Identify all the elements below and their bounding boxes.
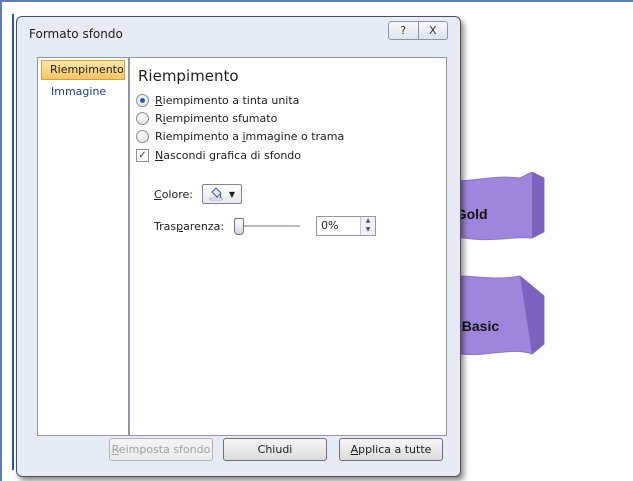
transparency-value[interactable]: 0% (317, 217, 360, 235)
option-gradient-fill-label: Riempimento sfumato (155, 112, 278, 125)
option-hide-graphics[interactable]: ✓ Nascondi grafica di sfondo (136, 149, 301, 162)
close-button[interactable]: X (417, 22, 448, 39)
window-left-edge (0, 0, 2, 481)
color-picker-button[interactable]: ▼ (202, 184, 242, 204)
apply-to-all-button[interactable]: Applica a tutte (339, 438, 443, 461)
checkbox-hide-graphics[interactable]: ✓ (136, 149, 149, 162)
close-dialog-button[interactable]: Chiudi (223, 438, 327, 461)
option-solid-fill[interactable]: Riempimento a tinta unita (136, 94, 299, 107)
nav-item-immagine[interactable]: Immagine (41, 82, 125, 102)
transparency-slider-track[interactable] (238, 225, 300, 227)
help-button[interactable]: ? (389, 22, 418, 39)
radio-picture-fill[interactable] (136, 130, 149, 143)
help-icon: ? (400, 24, 407, 37)
spin-down-icon[interactable]: ▼ (361, 226, 375, 235)
spin-up-icon[interactable]: ▲ (361, 217, 375, 226)
category-list: Riempimento Immagine (37, 57, 129, 436)
slide-pane-edge (12, 14, 14, 470)
reset-background-button[interactable]: Reimposta sfondo (109, 438, 213, 461)
color-label: Colore: (154, 188, 193, 201)
option-picture-fill-label: Riempimento a immagine o trama (155, 130, 345, 143)
transparency-slider-thumb[interactable] (234, 218, 244, 235)
transparency-spinner[interactable]: 0% ▲ ▼ (316, 216, 376, 236)
option-solid-fill-label: Riempimento a tinta unita (155, 94, 300, 107)
chevron-down-icon: ▼ (228, 189, 236, 199)
dialog-footer: Reimposta sfondo Chiudi Applica a tutte (37, 438, 445, 466)
dialog-title: Formato sfondo (29, 27, 123, 41)
title-buttons: ? X (388, 21, 448, 40)
paint-bucket-icon (209, 187, 223, 201)
close-icon: X (428, 24, 437, 37)
fill-panel: Riempimento Riempimento a tinta unita Ri… (129, 57, 447, 436)
panel-heading: Riempimento (138, 67, 239, 85)
hide-graphics-label: Nascondi grafica di sfondo (155, 149, 302, 162)
radio-solid-fill[interactable] (136, 94, 149, 107)
spinner-arrows: ▲ ▼ (360, 217, 375, 235)
transparency-label: Trasparenza: (154, 220, 225, 233)
nav-item-riempimento[interactable]: Riempimento (41, 60, 125, 80)
format-background-dialog: Formato sfondo ? X Riempimento Immagine … (16, 16, 461, 477)
radio-gradient-fill[interactable] (136, 112, 149, 125)
option-gradient-fill[interactable]: Riempimento sfumato (136, 112, 277, 125)
option-picture-fill[interactable]: Riempimento a immagine o trama (136, 130, 344, 143)
window-top-edge (0, 0, 633, 2)
